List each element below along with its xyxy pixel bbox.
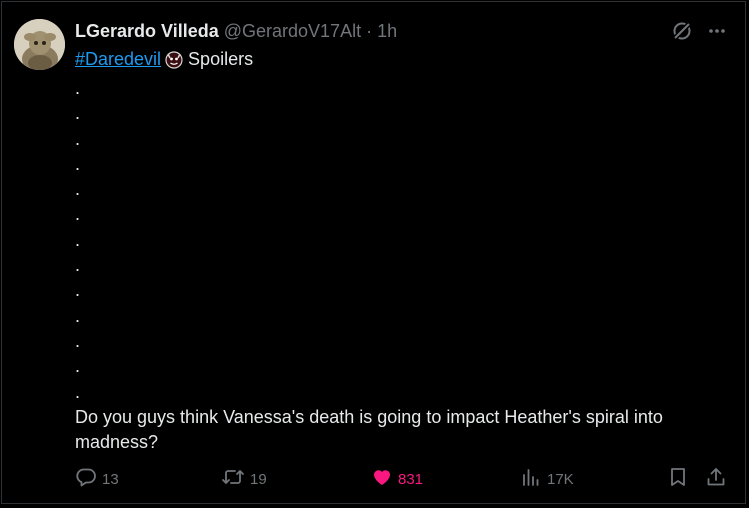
separator-dot: · [366, 21, 373, 41]
views-count: 17K [547, 470, 574, 488]
dot-line: . [75, 330, 81, 351]
reply-icon [75, 466, 97, 492]
avatar[interactable] [14, 19, 65, 70]
dot-line: . [75, 179, 81, 200]
like-count: 831 [398, 470, 424, 488]
dot-line: . [75, 381, 81, 402]
post-time[interactable]: 1h [377, 21, 397, 41]
like-button[interactable]: 831 [371, 466, 423, 492]
more-icon[interactable] [707, 21, 727, 41]
dot-line: . [75, 280, 81, 301]
views-icon [520, 466, 542, 492]
post-body: #Daredevil Spoilers . . . . . . . . . . .… [75, 47, 725, 455]
reply-button[interactable]: 13 [75, 466, 119, 492]
tweet-card[interactable]: LGerardo Villeda @GerardoV17Alt · 1h #Da… [1, 1, 746, 504]
bookmark-icon [667, 466, 689, 492]
author-handle[interactable]: @GerardoV17Alt [224, 21, 361, 41]
post-text: Do you guys think Vanessa's death is goi… [75, 406, 663, 452]
share-button[interactable] [705, 466, 727, 492]
hashtag-link[interactable]: #Daredevil [75, 49, 161, 69]
share-icon [705, 466, 727, 492]
views-button[interactable]: 17K [520, 466, 574, 492]
dot-line: . [75, 128, 81, 149]
spoiler-label: Spoilers [188, 49, 254, 69]
post-header: LGerardo Villeda @GerardoV17Alt · 1h [75, 20, 397, 42]
dot-line: . [75, 229, 81, 250]
author-name[interactable]: LGerardo Villeda [75, 21, 219, 41]
reply-count: 13 [102, 470, 119, 488]
dot-line: . [75, 305, 81, 326]
dot-lines: . . . . . . . . . . . . . [75, 76, 725, 405]
repost-button[interactable]: 19 [221, 466, 267, 492]
devil-emoji-icon [164, 49, 184, 76]
grok-icon[interactable] [671, 20, 693, 42]
dot-line: . [75, 153, 81, 174]
repost-icon [221, 466, 245, 492]
repost-count: 19 [250, 470, 267, 488]
avatar-image [14, 19, 65, 70]
top-actions [671, 20, 727, 42]
dot-line: . [75, 255, 81, 276]
dot-line: . [75, 103, 81, 124]
heart-icon [371, 466, 393, 492]
dot-line: . [75, 356, 81, 377]
dot-line: . [75, 204, 81, 225]
bookmark-button[interactable] [667, 466, 689, 492]
dot-line: . [75, 78, 81, 98]
hashtag-line: #Daredevil Spoilers [75, 47, 725, 76]
action-bar: 13 19 831 17K [75, 466, 727, 490]
